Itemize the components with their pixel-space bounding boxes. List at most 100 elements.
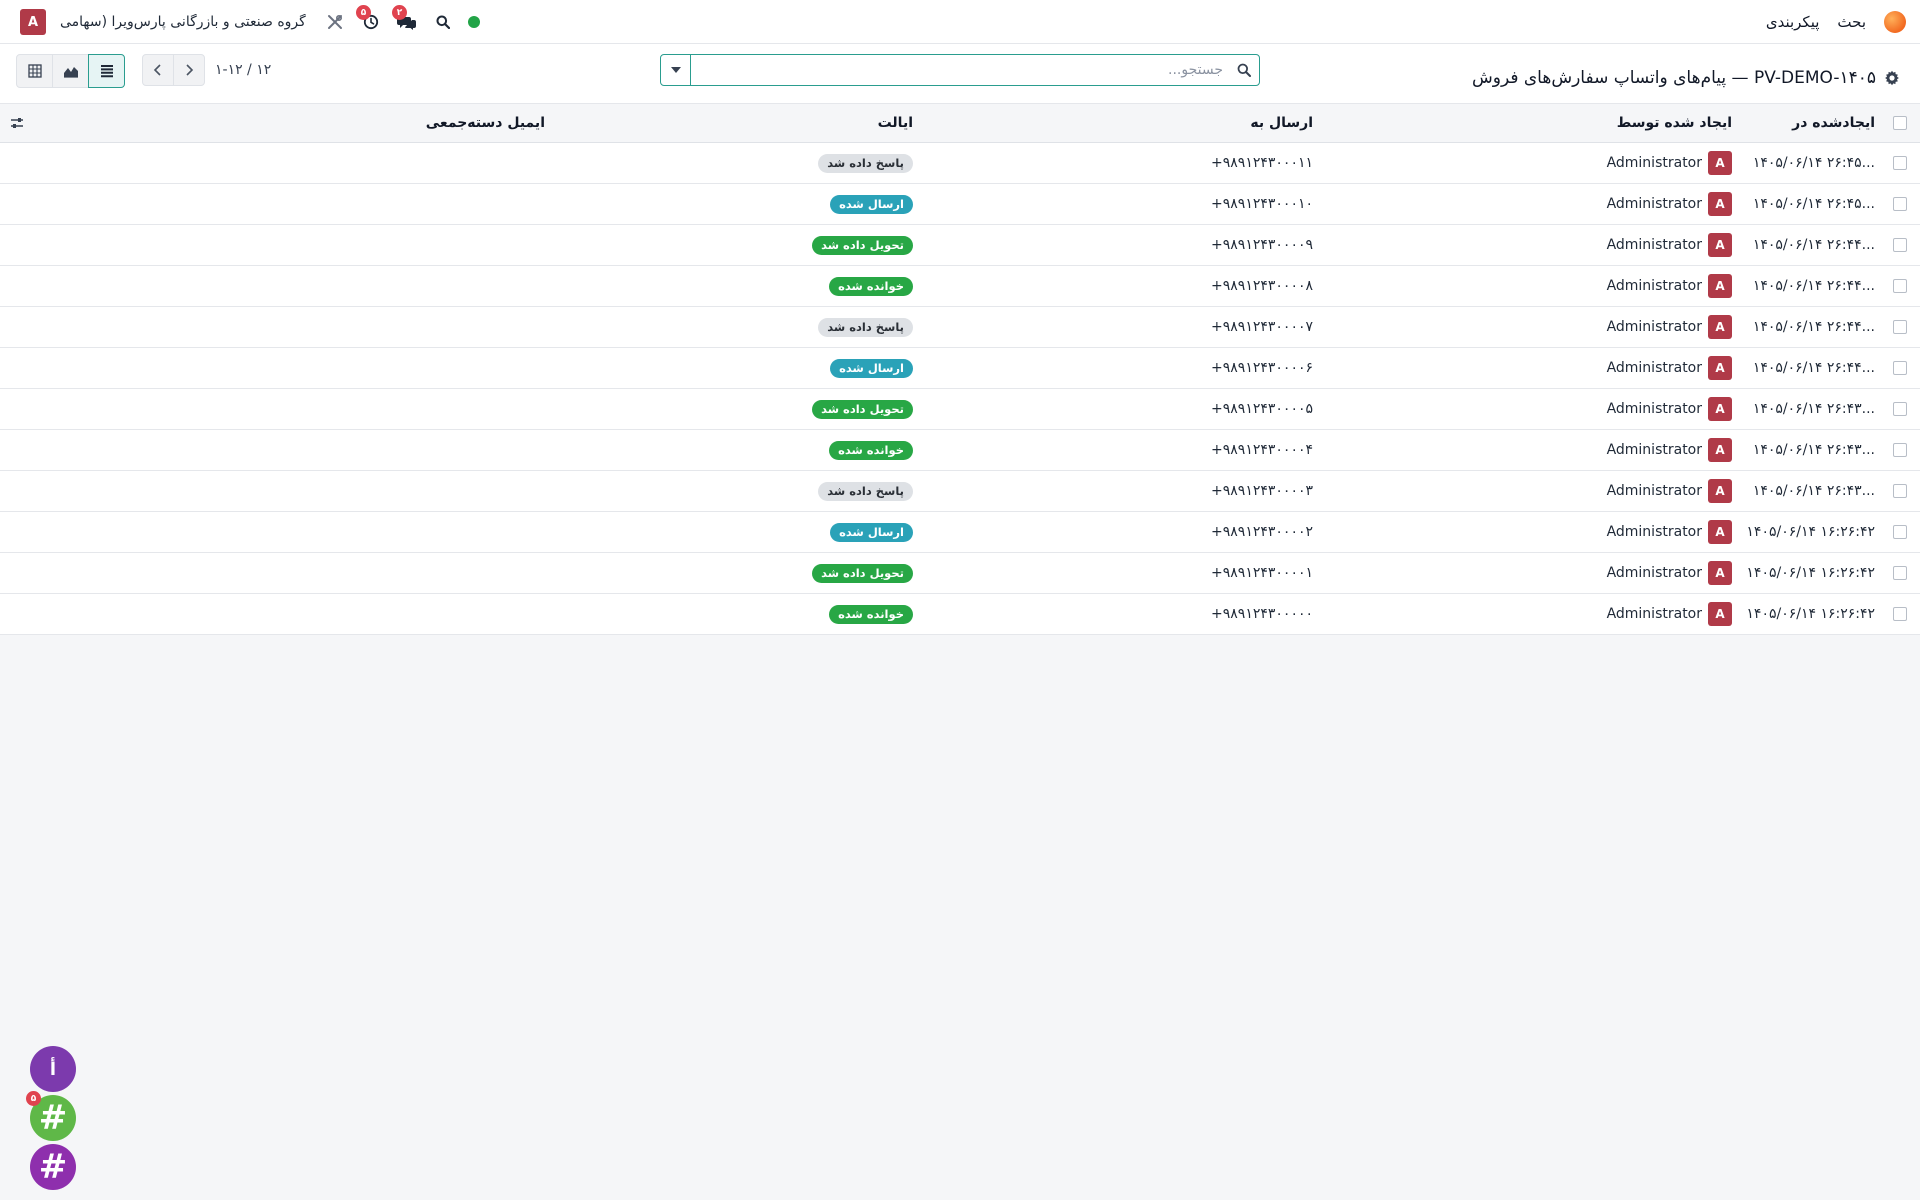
avatar[interactable]: A (1708, 520, 1732, 544)
row-checkbox[interactable] (1893, 238, 1907, 252)
row-checkbox[interactable] (1893, 402, 1907, 416)
user-name: Administrator (1606, 524, 1702, 540)
gear-icon[interactable] (1884, 70, 1900, 86)
chat-icon[interactable]: ۲ (392, 5, 418, 33)
chat-bubble-user[interactable]: أ (30, 1046, 76, 1092)
control-panel: پیام‌های واتساپ سفارش‌های فروش — PV-DEMO… (0, 44, 1920, 104)
created-on-cell: ۱۴۰۵/۰۶/۱۴ ۲۶:۴۳... (1752, 401, 1875, 417)
status-badge: تحویل داده شد (812, 563, 913, 583)
tools-icon[interactable] (324, 11, 346, 33)
status-badge: ارسال شده (830, 358, 913, 378)
pager-next[interactable] (173, 54, 205, 86)
user-avatar[interactable]: A (20, 9, 46, 35)
send-to-cell: +۹۸۹۱۲۴۳۰۰۰۱۰ (1211, 196, 1313, 212)
status-badge: خوانده شده (829, 276, 913, 296)
menu-config[interactable]: پیکربندی (1766, 13, 1820, 31)
table-row[interactable]: ۱۴۰۵/۰۶/۱۴ ۲۶:۴۵... Administrator A +۹۸۹۱۲۴… (0, 184, 1920, 225)
table-row[interactable]: ۱۴۰۵/۰۶/۱۴ ۲۶:۴۳... Administrator A +۹۸۹۱۲۴… (0, 389, 1920, 430)
row-checkbox[interactable] (1893, 607, 1907, 621)
col-state[interactable]: ایالت (733, 104, 913, 142)
table-row[interactable]: ۱۴۰۵/۰۶/۱۴ ۲۶:۴۳... Administrator A +۹۸۹۱۲۴… (0, 430, 1920, 471)
send-to-cell: +۹۸۹۱۲۴۳۰۰۰۰۰ (1211, 606, 1313, 622)
avatar[interactable]: A (1708, 479, 1732, 503)
row-select-cell (1892, 594, 1908, 634)
avatar[interactable]: A (1708, 151, 1732, 175)
created-by-cell: Administrator A (1592, 553, 1732, 593)
chat-bubble-channel-2[interactable]: # (30, 1144, 76, 1190)
avatar[interactable]: A (1708, 274, 1732, 298)
row-select-cell (1892, 184, 1908, 224)
pager-value[interactable]: ۱-۱۲ / ۱۲ (215, 62, 271, 78)
col-mass-mail[interactable]: ایمیل دسته‌جمعی (345, 104, 545, 142)
table-row[interactable]: ۱۴۰۵/۰۶/۱۴ ۱۶:۲۶:۴۲ Administrator A +۹۸۹۱۲۴… (0, 512, 1920, 553)
table-row[interactable]: ۱۴۰۵/۰۶/۱۴ ۲۶:۴۴... Administrator A +۹۸۹۱۲۴… (0, 348, 1920, 389)
state-cell: ارسال شده (733, 348, 913, 388)
search-icon[interactable] (432, 11, 454, 33)
col-created-by[interactable]: ایجاد شده توسط (1592, 104, 1732, 142)
send-to-cell: +۹۸۹۱۲۴۳۰۰۰۰۶ (1211, 360, 1313, 376)
row-checkbox[interactable] (1893, 443, 1907, 457)
created-on-cell: ۱۴۰۵/۰۶/۱۴ ۲۶:۴۳... (1752, 483, 1875, 499)
status-badge: تحویل داده شد (812, 399, 913, 419)
mass-mail-cell (345, 348, 545, 388)
pager-previous[interactable] (142, 54, 174, 86)
menu-discuss[interactable]: بحث (1837, 13, 1866, 31)
avatar[interactable]: A (1708, 315, 1732, 339)
row-checkbox[interactable] (1893, 484, 1907, 498)
graph-view-button[interactable] (52, 54, 89, 88)
table-row[interactable]: ۱۴۰۵/۰۶/۱۴ ۲۶:۴۳... Administrator A +۹۸۹۱۲۴… (0, 471, 1920, 512)
avatar[interactable]: A (1708, 192, 1732, 216)
avatar[interactable]: A (1708, 438, 1732, 462)
avatar[interactable]: A (1708, 233, 1732, 257)
table-row[interactable]: ۱۴۰۵/۰۶/۱۴ ۲۶:۴۴... Administrator A +۹۸۹۱۲۴… (0, 266, 1920, 307)
mass-mail-cell (345, 266, 545, 306)
search-input[interactable] (691, 55, 1229, 85)
optional-columns-toggle[interactable] (10, 104, 30, 142)
row-select-cell (1892, 512, 1908, 552)
table-body: ۱۴۰۵/۰۶/۱۴ ۲۶:۴۵... Administrator A +۹۸۹۱۲۴… (0, 143, 1920, 635)
table-row[interactable]: ۱۴۰۵/۰۶/۱۴ ۱۶:۲۶:۴۲ Administrator A +۹۸۹۱۲۴… (0, 553, 1920, 594)
avatar[interactable]: A (1708, 356, 1732, 380)
created-on-cell: ۱۴۰۵/۰۶/۱۴ ۱۶:۲۶:۴۲ (1746, 606, 1875, 622)
chat-bubble-channel[interactable]: #۵ (26, 1091, 76, 1141)
send-to-cell: +۹۸۹۱۲۴۳۰۰۰۰۲ (1211, 524, 1313, 540)
search-submit[interactable] (1229, 55, 1259, 85)
avatar[interactable]: A (1708, 397, 1732, 421)
row-checkbox[interactable] (1893, 279, 1907, 293)
row-checkbox[interactable] (1893, 156, 1907, 170)
created-by-cell: Administrator A (1592, 430, 1732, 470)
user-name: Administrator (1606, 606, 1702, 622)
table-row[interactable]: ۱۴۰۵/۰۶/۱۴ ۲۶:۴۵... Administrator A +۹۸۹۱۲۴… (0, 143, 1920, 184)
col-send-to[interactable]: ارسال به (1113, 104, 1313, 142)
pivot-view-button[interactable] (16, 54, 53, 88)
company-switcher[interactable]: گروه صنعتی و بازرگانی پارس‌ویرا (سهامی .… (60, 14, 310, 30)
mass-mail-cell (345, 553, 545, 593)
list-view-button[interactable] (88, 54, 125, 88)
avatar[interactable]: A (1708, 602, 1732, 626)
row-checkbox[interactable] (1893, 361, 1907, 375)
created-on-cell: ۱۴۰۵/۰۶/۱۴ ۱۶:۲۶:۴۲ (1746, 565, 1875, 581)
navbar-menu: پیکربندی بحث (1766, 0, 1906, 44)
created-by-cell: Administrator A (1592, 225, 1732, 265)
row-checkbox[interactable] (1893, 525, 1907, 539)
state-cell: پاسخ داده شد (733, 307, 913, 347)
send-to-cell: +۹۸۹۱۲۴۳۰۰۰۰۱ (1211, 565, 1313, 581)
col-created-on[interactable]: ایجادشده در (1745, 104, 1875, 142)
table-row[interactable]: ۱۴۰۵/۰۶/۱۴ ۱۶:۲۶:۴۲ Administrator A +۹۸۹۱۲۴… (0, 594, 1920, 635)
created-on-cell: ۱۴۰۵/۰۶/۱۴ ۲۶:۴۴... (1752, 237, 1875, 253)
row-checkbox[interactable] (1893, 566, 1907, 580)
status-badge: تحویل داده شد (812, 235, 913, 255)
clock-icon[interactable]: ۵ (356, 5, 382, 33)
select-all-checkbox[interactable] (1893, 116, 1907, 130)
avatar[interactable]: A (1708, 561, 1732, 585)
row-checkbox[interactable] (1893, 197, 1907, 211)
created-by-cell: Administrator A (1592, 389, 1732, 429)
table-row[interactable]: ۱۴۰۵/۰۶/۱۴ ۲۶:۴۴... Administrator A +۹۸۹۱۲۴… (0, 307, 1920, 348)
created-on-cell: ۱۴۰۵/۰۶/۱۴ ۱۶:۲۶:۴۲ (1746, 524, 1875, 540)
app-logo-icon[interactable] (1884, 11, 1906, 33)
created-by-cell: Administrator A (1592, 184, 1732, 224)
table-row[interactable]: ۱۴۰۵/۰۶/۱۴ ۲۶:۴۴... Administrator A +۹۸۹۱۲۴… (0, 225, 1920, 266)
search-options-toggle[interactable] (661, 55, 691, 85)
send-to-cell: +۹۸۹۱۲۴۳۰۰۰۰۹ (1211, 237, 1313, 253)
row-checkbox[interactable] (1893, 320, 1907, 334)
